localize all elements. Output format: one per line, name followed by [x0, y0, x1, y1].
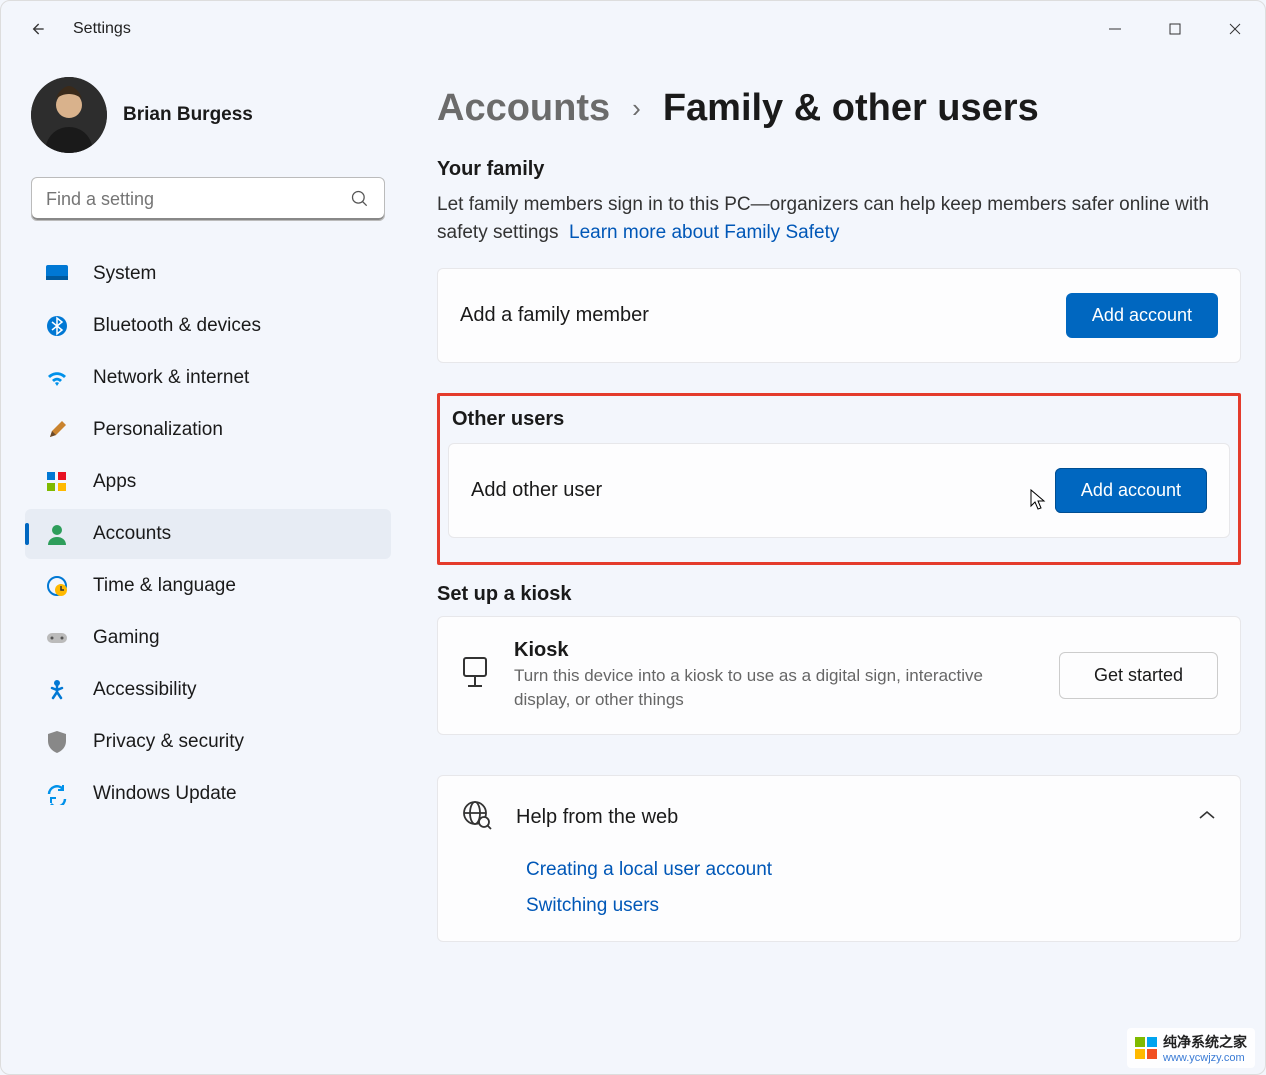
breadcrumb-parent[interactable]: Accounts	[437, 87, 610, 130]
family-safety-link[interactable]: Learn more about Family Safety	[569, 222, 839, 243]
family-description: Let family members sign in to this PC—or…	[437, 191, 1241, 246]
close-button[interactable]	[1205, 5, 1265, 53]
search-box[interactable]	[31, 177, 385, 221]
person-icon	[45, 522, 69, 546]
sidebar-item-label: Bluetooth & devices	[93, 315, 261, 337]
sidebar-item-label: Network & internet	[93, 367, 249, 389]
watermark-logo-icon	[1135, 1037, 1157, 1059]
bluetooth-icon	[45, 314, 69, 338]
sidebar-item-system[interactable]: System	[25, 249, 391, 299]
maximize-button[interactable]	[1145, 5, 1205, 53]
kiosk-title: Kiosk	[514, 639, 1035, 662]
sidebar-item-label: Accounts	[93, 523, 171, 545]
gamepad-icon	[45, 626, 69, 650]
monitor-icon	[45, 262, 69, 286]
back-button[interactable]	[19, 11, 55, 47]
kiosk-get-started-button[interactable]: Get started	[1059, 652, 1218, 699]
help-link-create-local-account[interactable]: Creating a local user account	[526, 859, 1216, 881]
add-family-account-button[interactable]: Add account	[1066, 293, 1218, 338]
add-other-user-label: Add other user	[471, 479, 602, 502]
kiosk-card: Kiosk Turn this device into a kiosk to u…	[437, 616, 1241, 735]
add-other-user-card: Add other user Add account	[448, 443, 1230, 538]
update-icon	[45, 782, 69, 806]
kiosk-heading: Set up a kiosk	[437, 583, 1241, 606]
kiosk-description: Turn this device into a kiosk to use as …	[514, 664, 1035, 712]
search-icon	[350, 189, 370, 209]
breadcrumb: Accounts › Family & other users	[437, 87, 1241, 130]
other-users-highlighted: Other users Add other user Add account	[437, 393, 1241, 565]
add-family-member-label: Add a family member	[460, 304, 649, 327]
sidebar-item-gaming[interactable]: Gaming	[25, 613, 391, 663]
shield-icon	[45, 730, 69, 754]
page-title: Family & other users	[663, 87, 1039, 130]
sidebar-item-network[interactable]: Network & internet	[25, 353, 391, 403]
your-family-heading: Your family	[437, 158, 1241, 181]
kiosk-icon	[460, 656, 490, 695]
help-header[interactable]: Help from the web	[438, 776, 1240, 859]
sidebar-item-label: Apps	[93, 471, 136, 493]
sidebar-item-label: System	[93, 263, 156, 285]
minimize-icon	[1108, 22, 1122, 36]
sidebar-item-label: Personalization	[93, 419, 223, 441]
chevron-right-icon: ›	[632, 93, 641, 124]
sidebar-item-label: Accessibility	[93, 679, 196, 701]
search-input[interactable]	[46, 189, 350, 210]
accessibility-icon	[45, 678, 69, 702]
other-users-heading: Other users	[452, 408, 1230, 431]
apps-icon	[45, 470, 69, 494]
watermark: 纯净系统之家 www.ycwjzy.com	[1127, 1028, 1255, 1068]
globe-search-icon	[462, 800, 492, 835]
watermark-name: 纯净系统之家	[1163, 1034, 1247, 1050]
watermark-url: www.ycwjzy.com	[1163, 1052, 1247, 1064]
avatar	[31, 77, 107, 153]
add-other-user-button[interactable]: Add account	[1055, 468, 1207, 513]
add-family-member-card: Add a family member Add account	[437, 268, 1241, 363]
arrow-left-icon	[27, 19, 47, 39]
cursor-icon	[1029, 488, 1047, 512]
help-link-switching-users[interactable]: Switching users	[526, 895, 1216, 917]
sidebar-item-time-language[interactable]: Time & language	[25, 561, 391, 611]
sidebar-item-bluetooth[interactable]: Bluetooth & devices	[25, 301, 391, 351]
app-title: Settings	[73, 20, 131, 38]
help-title: Help from the web	[516, 806, 1174, 829]
user-name: Brian Burgess	[123, 104, 253, 126]
maximize-icon	[1168, 22, 1182, 36]
close-icon	[1228, 22, 1242, 36]
sidebar-item-accounts[interactable]: Accounts	[25, 509, 391, 559]
sidebar-item-label: Time & language	[93, 575, 236, 597]
brush-icon	[45, 418, 69, 442]
sidebar-item-personalization[interactable]: Personalization	[25, 405, 391, 455]
sidebar-item-label: Privacy & security	[93, 731, 244, 753]
sidebar-item-label: Gaming	[93, 627, 160, 649]
sidebar-item-accessibility[interactable]: Accessibility	[25, 665, 391, 715]
sidebar-item-windows-update[interactable]: Windows Update	[25, 769, 391, 819]
minimize-button[interactable]	[1085, 5, 1145, 53]
chevron-up-icon	[1198, 808, 1216, 826]
sidebar-item-privacy[interactable]: Privacy & security	[25, 717, 391, 767]
user-block[interactable]: Brian Burgess	[31, 77, 391, 153]
help-card: Help from the web Creating a local user …	[437, 775, 1241, 942]
sidebar-item-apps[interactable]: Apps	[25, 457, 391, 507]
clock-globe-icon	[45, 574, 69, 598]
wifi-icon	[45, 366, 69, 390]
sidebar-item-label: Windows Update	[93, 783, 237, 805]
